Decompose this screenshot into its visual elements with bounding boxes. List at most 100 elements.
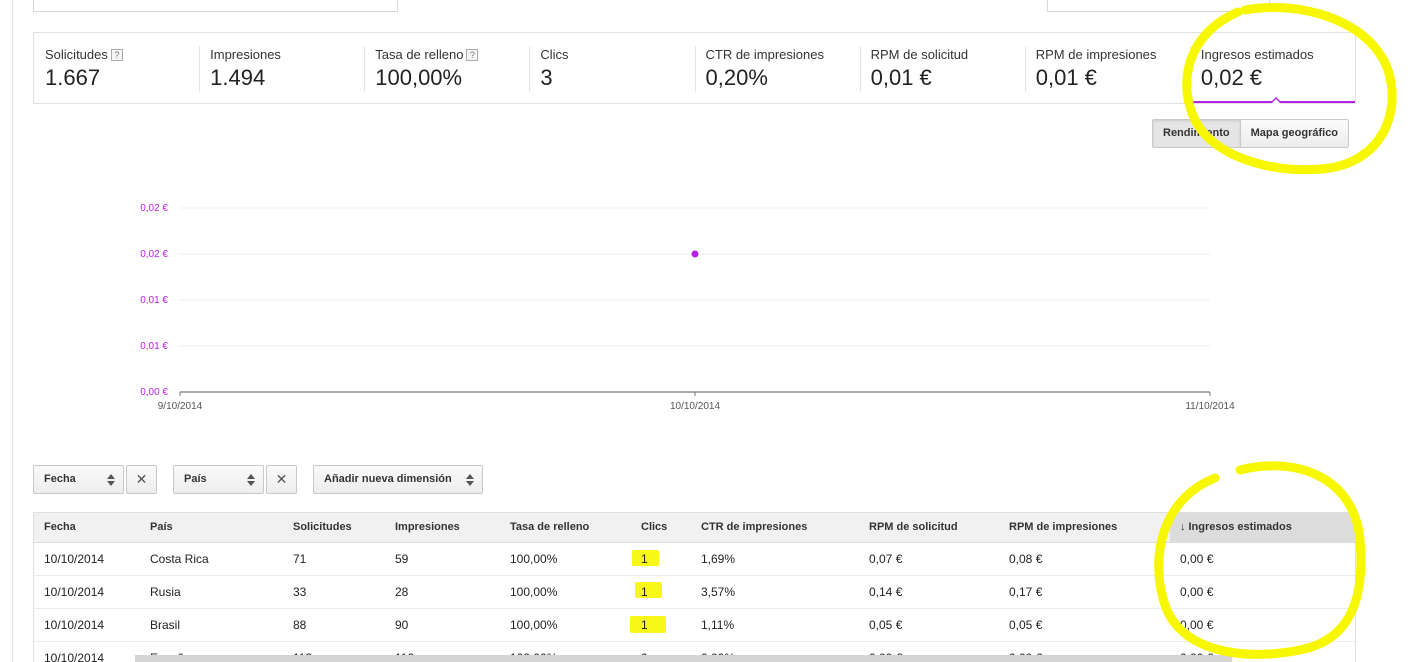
metric-label: RPM de impresiones xyxy=(1035,47,1157,62)
view-toggle: Rendimiento Mapa geográfico xyxy=(1152,119,1350,148)
cell-pais: Rusia xyxy=(140,575,283,609)
cell-tasa-de-relleno: 100,00% xyxy=(500,542,631,576)
column-header-ingresos-estimados[interactable]: ↓ Ingresos estimados xyxy=(1170,513,1355,543)
column-header-solicitudes[interactable]: Solicitudes xyxy=(283,513,385,543)
table-row[interactable]: 10/10/2014Rusia3328100,00%13,57%0,14 €0,… xyxy=(34,575,1355,609)
y-tick-label: 0,01 € xyxy=(140,295,168,306)
y-tick-label: 0,02 € xyxy=(140,249,168,260)
column-header-label: Ingresos estimados xyxy=(1188,521,1292,534)
metric-label: Clics xyxy=(540,47,569,62)
help-icon[interactable]: ? xyxy=(110,48,123,61)
metric-label: Tasa de relleno xyxy=(375,47,464,62)
geo-map-view-button[interactable]: Mapa geográfico xyxy=(1239,120,1349,147)
column-header-fecha[interactable]: Fecha xyxy=(34,513,140,543)
dimension-select-pais[interactable]: País xyxy=(173,465,264,494)
report-table: Fecha País Solicitudes Impresiones Tasa … xyxy=(33,512,1356,662)
cell-solicitudes: 71 xyxy=(283,542,385,576)
metric-tasa-de-relleno[interactable]: Tasa de relleno? 100,00% xyxy=(364,33,529,103)
remove-dimension-pais-button[interactable]: ✕ xyxy=(266,465,297,494)
cell-rpm-de-impresiones: 0,17 € xyxy=(999,575,1170,609)
cell-ctr-de-impresiones: 1,11% xyxy=(691,608,859,642)
column-header-ctr-de-impresiones[interactable]: CTR de impresiones xyxy=(691,513,859,543)
metric-ingresos-estimados[interactable]: Ingresos estimados 0,02 € xyxy=(1189,33,1355,104)
dimension-select-fecha[interactable]: Fecha xyxy=(33,465,124,494)
cell-solicitudes: 88 xyxy=(283,608,385,642)
cell-rpm-de-solicitud: 0,07 € xyxy=(859,542,999,576)
x-tick-label: 11/10/2014 xyxy=(1185,401,1235,412)
add-dimension-select[interactable]: Añadir nueva dimensión xyxy=(313,465,483,494)
metric-value: 1.494 xyxy=(210,65,266,90)
metric-value: 100,00% xyxy=(375,65,463,90)
sort-updown-icon xyxy=(247,473,255,487)
cell-tasa-de-relleno: 100,00% xyxy=(500,575,631,609)
table-header-row: Fecha País Solicitudes Impresiones Tasa … xyxy=(34,513,1355,543)
highlight-mark xyxy=(635,582,662,598)
cell-pais: Brasil xyxy=(140,608,283,642)
metric-value: 0,01 € xyxy=(870,65,932,90)
cell-ingresos-estimados: 0,00 € xyxy=(1170,542,1355,576)
metric-value: 1.667 xyxy=(45,65,101,90)
metric-label: RPM de solicitud xyxy=(870,47,969,62)
metric-rpm-de-impresiones[interactable]: RPM de impresiones 0,01 € xyxy=(1024,33,1190,103)
metric-label: Impresiones xyxy=(210,47,281,62)
y-tick-label: 0,00 € xyxy=(140,387,168,398)
cell-ingresos-estimados: 0,00 € xyxy=(1170,575,1355,609)
dimension-select-label: Añadir nueva dimensión xyxy=(324,473,452,485)
x-tick-label: 10/10/2014 xyxy=(670,401,720,412)
metric-label: Ingresos estimados xyxy=(1200,47,1314,62)
column-header-rpm-de-solicitud[interactable]: RPM de solicitud xyxy=(859,513,999,543)
metric-rpm-de-solicitud[interactable]: RPM de solicitud 0,01 € xyxy=(859,33,1025,103)
metric-label: CTR de impresiones xyxy=(705,47,825,62)
metric-solicitudes[interactable]: Solicitudes? 1.667 xyxy=(34,33,199,103)
cell-rpm-de-impresiones: 0,08 € xyxy=(999,542,1170,576)
remove-dimension-fecha-button[interactable]: ✕ xyxy=(126,465,157,494)
cell-rpm-de-impresiones: 0,05 € xyxy=(999,608,1170,642)
metric-value: 0,02 € xyxy=(1200,65,1263,90)
cell-fecha: 10/10/2014 xyxy=(34,641,140,662)
x-tick-label: 9/10/2014 xyxy=(158,401,203,412)
chart-svg: 0,00 € 0,01 € 0,01 € 0,02 € 0,02 € 9/10/2014 1… xyxy=(140,203,1235,412)
highlight-mark xyxy=(632,550,659,566)
cell-impresiones: 90 xyxy=(385,608,500,642)
highlight-mark xyxy=(630,616,666,633)
data-point[interactable] xyxy=(691,250,699,258)
dimension-select-label: País xyxy=(184,473,207,485)
column-header-impresiones[interactable]: Impresiones xyxy=(385,513,500,543)
column-header-clics[interactable]: Clics xyxy=(631,513,691,543)
cell-rpm-de-solicitud: 0,05 € xyxy=(859,608,999,642)
performance-view-button[interactable]: Rendimiento xyxy=(1153,120,1240,147)
cell-pais: Costa Rica xyxy=(140,542,283,576)
metric-ctr-de-impresiones[interactable]: CTR de impresiones 0,20% xyxy=(694,33,860,103)
table-row[interactable]: 10/10/2014Costa Rica7159100,00%11,69%0,0… xyxy=(34,542,1355,576)
metric-value: 0,01 € xyxy=(1035,65,1097,90)
cell-ingresos-estimados: 0,00 € xyxy=(1170,608,1355,642)
y-tick-label: 0,01 € xyxy=(140,341,168,352)
cell-solicitudes: 33 xyxy=(283,575,385,609)
revenue-chart: 0,00 € 0,01 € 0,01 € 0,02 € 0,02 € 9/10/2014 1… xyxy=(0,190,1420,420)
help-icon[interactable]: ? xyxy=(466,48,479,61)
top-right-field[interactable] xyxy=(1047,0,1270,12)
metrics-scorecard: Solicitudes? 1.667 Impresiones 1.494 Tas… xyxy=(33,32,1356,104)
dimension-select-label: Fecha xyxy=(44,473,76,485)
sort-updown-icon xyxy=(107,473,115,487)
column-header-rpm-de-impresiones[interactable]: RPM de impresiones xyxy=(999,513,1170,543)
cell-tasa-de-relleno: 100,00% xyxy=(500,608,631,642)
y-tick-label: 0,02 € xyxy=(140,203,168,214)
metric-impresiones[interactable]: Impresiones 1.494 xyxy=(199,33,364,103)
metric-label: Solicitudes xyxy=(45,47,108,62)
horizontal-scrollbar[interactable] xyxy=(135,655,1232,662)
table-row[interactable]: 10/10/2014Brasil8890100,00%11,11%0,05 €0… xyxy=(34,608,1355,642)
cell-ctr-de-impresiones: 3,57% xyxy=(691,575,859,609)
metric-value: 3 xyxy=(540,65,553,90)
column-header-tasa-de-relleno[interactable]: Tasa de relleno xyxy=(500,513,631,543)
metric-clics[interactable]: Clics 3 xyxy=(529,33,694,103)
cell-fecha: 10/10/2014 xyxy=(34,575,140,609)
cell-impresiones: 59 xyxy=(385,542,500,576)
cell-fecha: 10/10/2014 xyxy=(34,608,140,642)
top-left-field[interactable] xyxy=(33,0,398,12)
selected-caret-icon xyxy=(1269,97,1282,104)
cell-rpm-de-solicitud: 0,14 € xyxy=(859,575,999,609)
column-header-pais[interactable]: País xyxy=(140,513,283,543)
metric-value: 0,20% xyxy=(705,65,768,90)
sort-descending-icon: ↓ xyxy=(1180,521,1186,534)
